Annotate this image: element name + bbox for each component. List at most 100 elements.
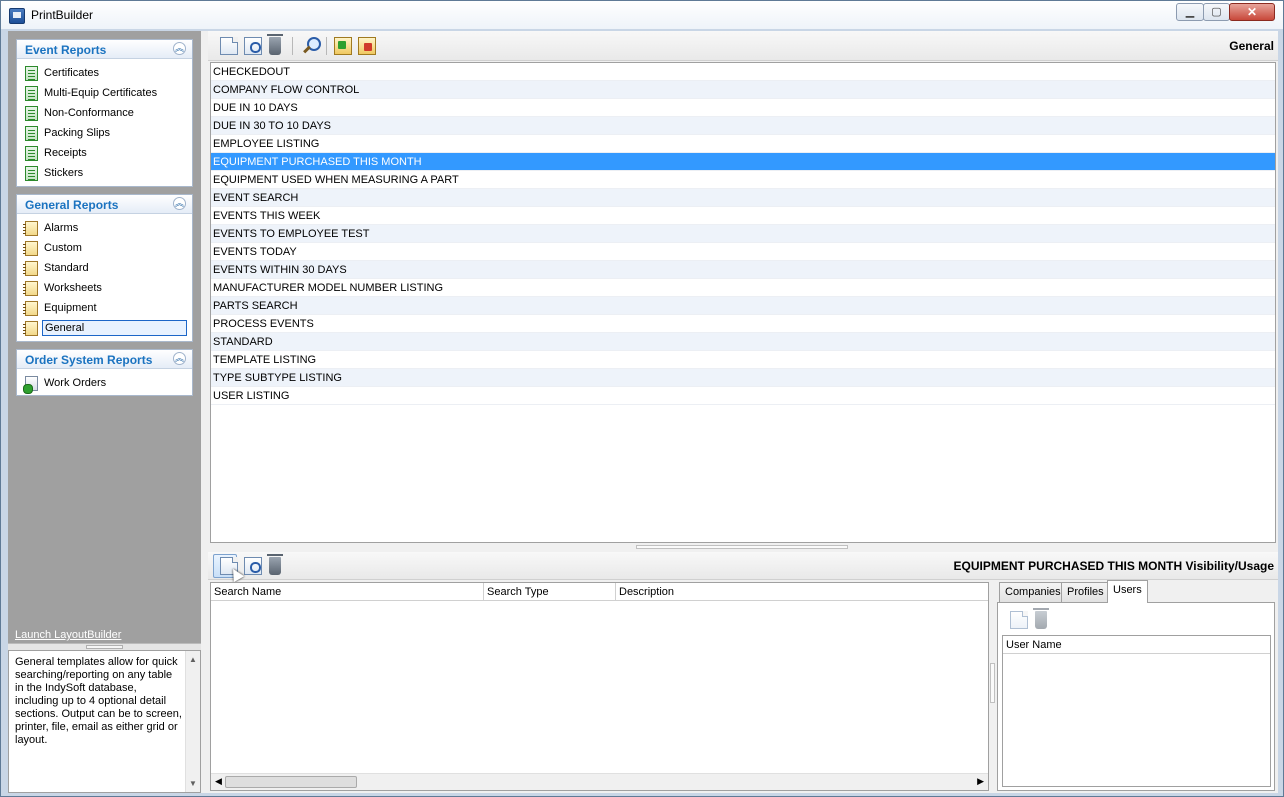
- group-title: Order System Reports: [25, 353, 153, 367]
- nav-item-equipment[interactable]: Equipment: [17, 298, 192, 318]
- left-nav: Event Reports ︽ Certificates Multi-Equip…: [8, 31, 201, 643]
- minimize-button[interactable]: ▁: [1176, 3, 1204, 21]
- group-header-general-reports[interactable]: General Reports ︽: [17, 195, 192, 214]
- report-row[interactable]: EVENTS TO EMPLOYEE TEST: [211, 225, 1275, 243]
- column-header-user-name[interactable]: User Name: [1003, 636, 1270, 654]
- splitter-grip[interactable]: [990, 663, 995, 703]
- nav-item-non-conformance[interactable]: Non-Conformance: [17, 103, 192, 123]
- tab-profiles[interactable]: Profiles: [1061, 582, 1110, 602]
- nav-item-label: Certificates: [44, 67, 100, 79]
- import-icon[interactable]: [334, 37, 352, 55]
- main-splitter[interactable]: [208, 543, 1278, 552]
- nav-item-worksheets[interactable]: Worksheets: [17, 278, 192, 298]
- vertical-splitter[interactable]: [989, 582, 997, 791]
- horizontal-scrollbar[interactable]: ◀ ▶: [211, 773, 988, 790]
- tab-companies[interactable]: Companies: [999, 582, 1067, 602]
- certificate-icon: [25, 86, 38, 101]
- report-row[interactable]: DUE IN 30 TO 10 DAYS: [211, 117, 1275, 135]
- nav-item-custom[interactable]: Custom: [17, 238, 192, 258]
- group-title: General Reports: [25, 198, 119, 212]
- nav-item-multi-equip-certificates[interactable]: Multi-Equip Certificates: [17, 83, 192, 103]
- collapse-icon[interactable]: ︽: [173, 42, 186, 55]
- collapse-icon[interactable]: ︽: [173, 352, 186, 365]
- notebook-icon: [23, 241, 38, 256]
- left-splitter[interactable]: [8, 643, 201, 650]
- nav-item-receipts[interactable]: Receipts: [17, 143, 192, 163]
- reports-list: CHECKEDOUT COMPANY FLOW CONTROL DUE IN 1…: [210, 62, 1276, 543]
- report-row[interactable]: EVENTS WITHIN 30 DAYS: [211, 261, 1275, 279]
- notebook-icon: [23, 281, 38, 296]
- nav-item-label: Stickers: [44, 167, 84, 179]
- tab-users[interactable]: Users: [1107, 580, 1148, 603]
- nav-item-packing-slips[interactable]: Packing Slips: [17, 123, 192, 143]
- launch-layoutbuilder-link[interactable]: Launch LayoutBuilder: [15, 629, 121, 641]
- report-row-selected[interactable]: EQUIPMENT PURCHASED THIS MONTH: [211, 153, 1275, 171]
- visibility-tabs: Companies Profiles Users User Name: [997, 580, 1277, 791]
- export-icon[interactable]: [358, 37, 376, 55]
- reports-toolbar: General: [208, 31, 1278, 61]
- nav-item-stickers[interactable]: Stickers: [17, 163, 192, 183]
- report-row[interactable]: COMPANY FLOW CONTROL: [211, 81, 1275, 99]
- column-header-search-name[interactable]: Search Name: [211, 583, 484, 601]
- group-header-order-system-reports[interactable]: Order System Reports ︽: [17, 350, 192, 369]
- report-row[interactable]: STANDARD: [211, 333, 1275, 351]
- report-row[interactable]: EMPLOYEE LISTING: [211, 135, 1275, 153]
- certificate-icon: [25, 126, 38, 141]
- search-icon[interactable]: [302, 37, 321, 55]
- delete-icon[interactable]: [1033, 608, 1049, 629]
- column-header-search-type[interactable]: Search Type: [484, 583, 616, 601]
- preview-icon[interactable]: [244, 37, 262, 55]
- column-header-description[interactable]: Description: [616, 583, 988, 601]
- new-icon[interactable]: [220, 37, 238, 55]
- preview-icon[interactable]: [244, 557, 262, 575]
- nav-item-work-orders[interactable]: Work Orders: [17, 373, 192, 394]
- scroll-left-icon[interactable]: ◀: [215, 776, 222, 787]
- report-row[interactable]: EVENT SEARCH: [211, 189, 1275, 207]
- nav-item-general[interactable]: General: [17, 318, 192, 338]
- report-row[interactable]: EVENTS THIS WEEK: [211, 207, 1275, 225]
- splitter-grip[interactable]: [86, 645, 123, 649]
- maximize-icon: ▢: [1211, 6, 1222, 18]
- scroll-right-icon[interactable]: ▶: [977, 776, 984, 787]
- report-row[interactable]: DUE IN 10 DAYS: [211, 99, 1275, 117]
- nav-item-label: Non-Conformance: [44, 107, 134, 119]
- report-row[interactable]: TYPE SUBTYPE LISTING: [211, 369, 1275, 387]
- close-icon: ✕: [1246, 5, 1258, 19]
- report-row[interactable]: CHECKEDOUT: [211, 63, 1275, 81]
- report-row[interactable]: PROCESS EVENTS: [211, 315, 1275, 333]
- scroll-thumb[interactable]: [225, 776, 357, 788]
- users-grid: User Name: [1002, 635, 1271, 787]
- scroll-up-icon[interactable]: ▲: [189, 655, 197, 664]
- certificate-icon: [25, 106, 38, 121]
- nav-item-standard[interactable]: Standard: [17, 258, 192, 278]
- client-area: Event Reports ︽ Certificates Multi-Equip…: [8, 31, 1278, 793]
- app-window: PrintBuilder ▁ ▢ ✕ Event Reports ︽ Certi…: [0, 0, 1284, 797]
- maximize-button[interactable]: ▢: [1203, 3, 1230, 21]
- search-grid: Search Name Search Type Description ◀ ▶: [210, 582, 989, 791]
- group-general-reports: General Reports ︽ Alarms Custom Standard…: [16, 194, 193, 342]
- window-title: PrintBuilder: [31, 8, 94, 22]
- group-event-reports: Event Reports ︽ Certificates Multi-Equip…: [16, 39, 193, 187]
- report-row[interactable]: USER LISTING: [211, 387, 1275, 405]
- nav-item-label: Alarms: [44, 222, 79, 234]
- delete-icon[interactable]: [267, 554, 283, 575]
- splitter-grip[interactable]: [636, 545, 848, 549]
- nav-item-label: General: [42, 320, 187, 336]
- close-button[interactable]: ✕: [1229, 3, 1275, 21]
- report-row[interactable]: EQUIPMENT USED WHEN MEASURING A PART: [211, 171, 1275, 189]
- nav-item-certificates[interactable]: Certificates: [17, 63, 192, 83]
- report-row[interactable]: PARTS SEARCH: [211, 297, 1275, 315]
- report-row[interactable]: EVENTS TODAY: [211, 243, 1275, 261]
- visibility-toolbar: EQUIPMENT PURCHASED THIS MONTH Visibilit…: [208, 552, 1278, 583]
- collapse-icon[interactable]: ︽: [173, 197, 186, 210]
- group-header-event-reports[interactable]: Event Reports ︽: [17, 40, 192, 59]
- new-icon[interactable]: [1010, 611, 1028, 629]
- toolbar-separator: [292, 37, 293, 55]
- scroll-down-icon[interactable]: ▼: [189, 779, 197, 788]
- description-scrollbar[interactable]: ▲ ▼: [185, 651, 200, 792]
- toolbar-separator: [326, 37, 327, 55]
- report-row[interactable]: MANUFACTURER MODEL NUMBER LISTING: [211, 279, 1275, 297]
- nav-item-alarms[interactable]: Alarms: [17, 218, 192, 238]
- report-row[interactable]: TEMPLATE LISTING: [211, 351, 1275, 369]
- delete-icon[interactable]: [267, 34, 283, 55]
